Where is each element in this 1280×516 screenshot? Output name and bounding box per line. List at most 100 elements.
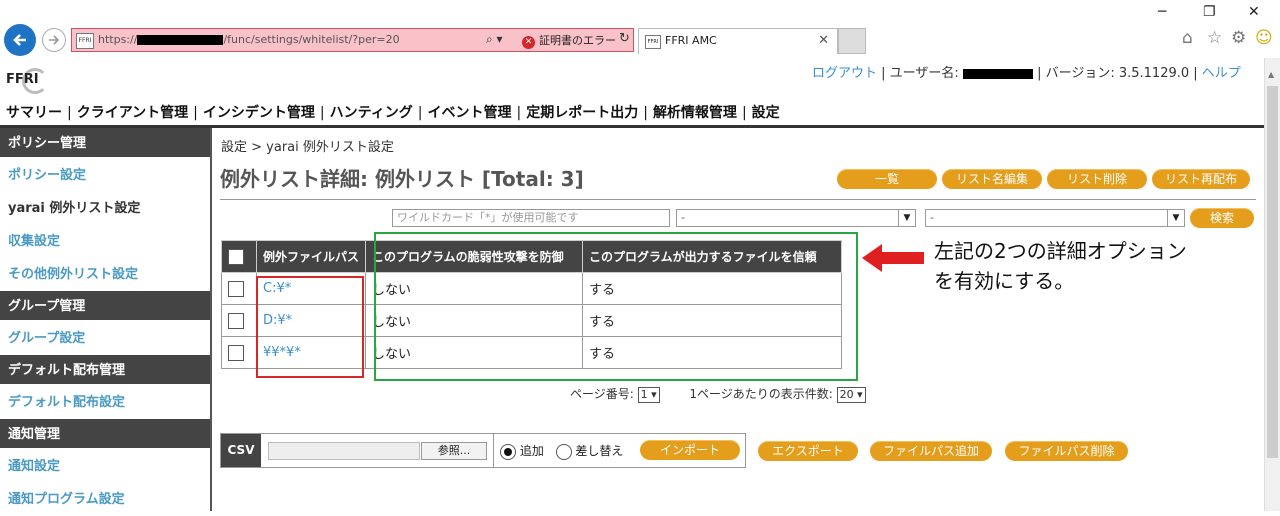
select-all-header — [221, 240, 257, 273]
replace-radio[interactable] — [555, 443, 572, 460]
options-highlight-box — [374, 232, 858, 381]
scrollbar-thumb[interactable] — [1267, 86, 1278, 458]
back-arrow-icon — [13, 34, 26, 46]
page-scrollbar[interactable]: ▲ — [1264, 58, 1280, 511]
site-favicon-icon: FFRI — [76, 33, 94, 49]
filter-select-2-value: - — [930, 211, 934, 224]
help-link[interactable]: ヘルプ — [1202, 66, 1241, 81]
filter-select-1-value: - — [681, 211, 685, 224]
refresh-icon[interactable]: ↻ — [619, 31, 630, 46]
per-page-value: 20 — [839, 387, 854, 401]
ffri-logo: FFRI — [6, 66, 48, 96]
list-button[interactable]: 一覧 — [837, 169, 937, 189]
nav-item[interactable]: イベント管理 — [428, 105, 512, 121]
title-divider — [220, 199, 1256, 200]
filter-select-1[interactable]: - ▼ — [676, 209, 916, 227]
chevron-down-icon: ▾ — [651, 387, 657, 401]
file-path-input[interactable] — [268, 442, 420, 460]
browse-button[interactable]: 参照... — [421, 442, 487, 460]
nav-item[interactable]: サマリー — [6, 105, 62, 121]
add-radio[interactable] — [500, 443, 516, 460]
sidebar-item[interactable]: 通知プログラム設定 — [0, 483, 210, 516]
sidebar-section-header: グループ管理 — [0, 291, 210, 322]
address-bar[interactable]: FFRI https:///func/settings/whitelist/?p… — [71, 28, 634, 52]
forward-arrow-icon — [49, 35, 60, 45]
add-radio-label: 追加 — [519, 444, 544, 458]
filter-select-2[interactable]: - ▼ — [925, 209, 1185, 227]
nav-item[interactable]: 定期レポート出力 — [526, 105, 638, 121]
per-page-select[interactable]: 20 ▾ — [836, 386, 866, 403]
sidebar: ポリシー管理 ポリシー設定 yarai 例外リスト設定 収集設定 その他例外リスト設定グ… — [0, 128, 212, 511]
sidebar-item[interactable]: その他例外リスト設定 — [0, 258, 210, 291]
home-icon[interactable]: ⌂ — [1182, 28, 1193, 48]
export-button[interactable]: エクスポート — [758, 441, 858, 461]
sidebar-item[interactable]: yarai 例外リスト設定 — [0, 192, 210, 225]
nav-separator: | — [417, 105, 423, 121]
new-tab-button[interactable] — [838, 28, 866, 54]
delete-list-button[interactable]: リスト削除 — [1047, 169, 1147, 189]
annotation-line-1: 左記の2つの詳細オプション — [934, 239, 1187, 263]
page-number-select[interactable]: 1 ▾ — [637, 386, 660, 403]
close-icon[interactable]: ✕ — [1248, 4, 1260, 20]
favorites-star-icon[interactable]: ☆ — [1207, 28, 1222, 48]
sidebar-item[interactable]: デフォルト配布設定 — [0, 386, 210, 419]
nav-separator: | — [67, 105, 72, 121]
tab-close-icon[interactable]: ✕ — [818, 33, 829, 48]
sidebar-item[interactable]: ポリシー設定 — [0, 159, 210, 192]
forward-button[interactable] — [42, 28, 66, 52]
page-number-label: ページ番号: — [570, 387, 634, 401]
nav-item[interactable]: 解析情報管理 — [653, 105, 737, 121]
header-path: 例外ファイルパス — [255, 240, 367, 273]
row-checkbox[interactable] — [228, 280, 244, 297]
annotation-line-2: を有効にする。 — [934, 269, 1075, 293]
table-cell — [221, 272, 257, 305]
red-arrow-icon — [862, 244, 924, 276]
nav-item[interactable]: 設定 — [752, 105, 780, 121]
sidebar-item[interactable]: グループ設定 — [0, 322, 210, 355]
redacted-username — [962, 68, 1033, 79]
back-button[interactable] — [4, 24, 36, 56]
browser-tab[interactable]: FFRI FFRI AMC ✕ — [638, 28, 838, 54]
version-text: | バージョン: 3.5.1129.0 | — [1037, 66, 1198, 81]
nav-separator: | — [516, 105, 522, 121]
nav-item[interactable]: ハンティング — [330, 105, 413, 121]
search-button[interactable]: 検索 — [1190, 208, 1254, 228]
row-checkbox[interactable] — [228, 344, 244, 361]
sidebar-section-header: 通知管理 — [0, 419, 210, 450]
row-checkbox[interactable] — [228, 312, 244, 329]
redeploy-list-button[interactable]: リスト再配布 — [1152, 169, 1250, 189]
nav-item[interactable]: インシデント管理 — [203, 105, 315, 121]
select-all-checkbox[interactable] — [228, 248, 244, 265]
sidebar-item[interactable]: 収集設定 — [0, 225, 210, 258]
restore-icon[interactable]: ❐ — [1203, 4, 1216, 20]
rename-list-button[interactable]: リスト名編集 — [942, 169, 1042, 189]
import-button[interactable]: インポート — [640, 440, 740, 460]
annotation-note: 左記の2つの詳細オプション を有効にする。 — [934, 236, 1187, 296]
nav-separator: | — [643, 105, 648, 121]
delete-file-path-button[interactable]: ファイルパス削除 — [1005, 441, 1128, 461]
path-highlight-box — [256, 276, 364, 378]
logout-link[interactable]: ログアウト — [812, 66, 877, 81]
user-label: ユーザー名: — [889, 66, 959, 81]
user-bar: ログアウト | ユーザー名: | バージョン: 3.5.1129.0 | ヘルプ — [812, 62, 1241, 81]
add-file-path-button[interactable]: ファイルパス追加 — [870, 441, 992, 461]
redacted-host — [137, 35, 224, 45]
nav-separator: | — [193, 105, 198, 121]
table-cell — [221, 336, 257, 369]
chevron-down-icon: ▾ — [857, 387, 863, 401]
sidebar-item[interactable]: 通知設定 — [0, 450, 210, 483]
search-input[interactable]: ワイルドカード「*」が使用可能です — [392, 209, 670, 227]
cert-error[interactable]: ✕ 証明書のエラー — [522, 32, 616, 49]
import-mode-group: 追加 差し替え — [500, 442, 623, 460]
nav-item[interactable]: クライアント管理 — [77, 105, 188, 121]
per-page-label: 1ページあたりの表示件数: — [689, 387, 833, 401]
csv-divider — [493, 434, 494, 467]
smiley-feedback-icon[interactable]: ☺ — [1255, 28, 1273, 48]
sidebar-section-header: デフォルト配布管理 — [0, 355, 210, 386]
search-dropdown-icon[interactable]: ⌕ ▾ — [486, 32, 503, 47]
settings-gear-icon[interactable]: ⚙ — [1231, 28, 1246, 48]
scroll-up-icon[interactable]: ▲ — [1268, 70, 1274, 79]
breadcrumb: 設定 > yarai 例外リスト設定 — [221, 140, 394, 155]
minimize-icon[interactable]: ─ — [1158, 4, 1166, 20]
nav-separator: | — [319, 105, 325, 121]
